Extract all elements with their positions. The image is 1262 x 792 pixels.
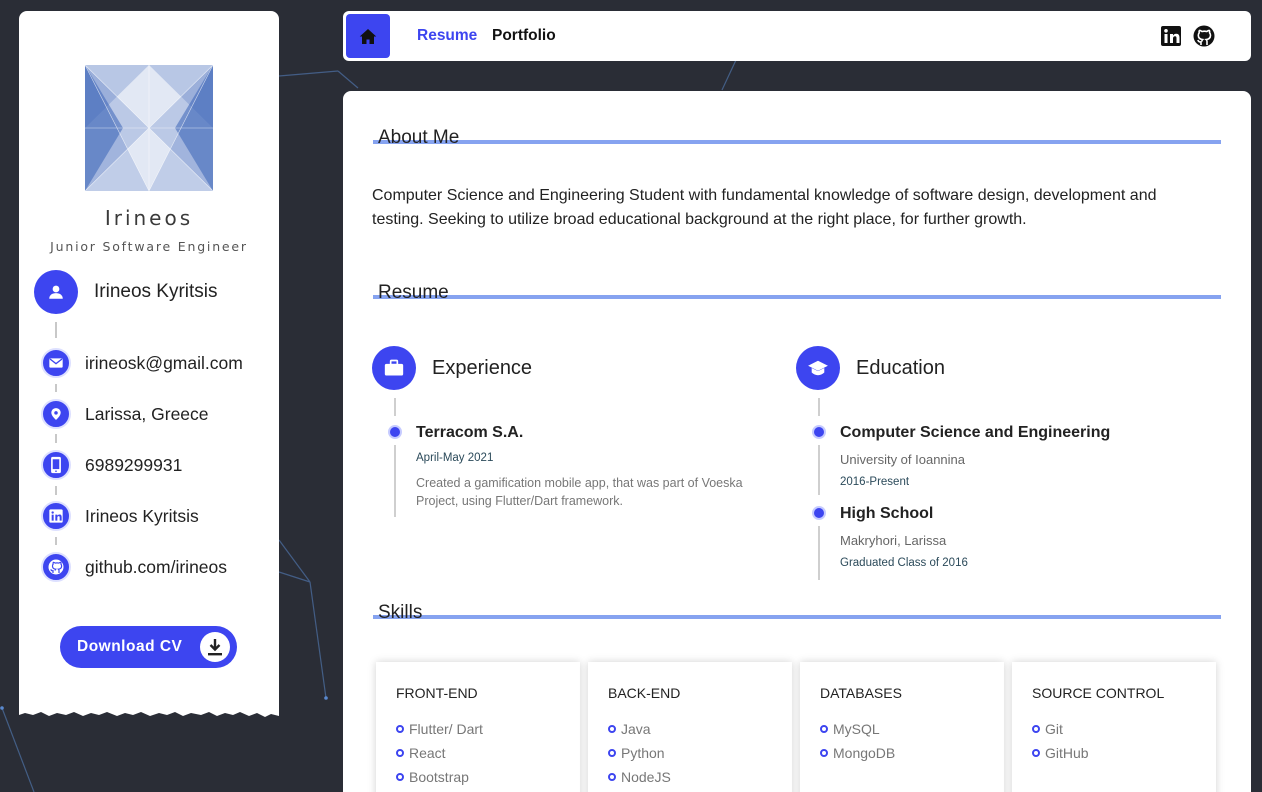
bullet-icon: [396, 749, 404, 757]
contact-github[interactable]: github.com/irineos: [41, 552, 227, 582]
location-text: Larissa, Greece: [85, 403, 209, 424]
timeline-connector: [818, 445, 820, 495]
timeline-dot: [812, 506, 826, 520]
section-divider: [373, 295, 1221, 299]
section-divider: [373, 140, 1221, 144]
timeline-connector: [818, 526, 820, 580]
skill-card-databases: DATABASES MySQL MongoDB: [800, 662, 1004, 792]
download-cv-label: Download CV: [77, 638, 183, 655]
experience-item-title: Terracom S.A.: [416, 424, 524, 441]
timeline-dot: [388, 425, 402, 439]
github-icon: [41, 552, 71, 582]
section-divider: [373, 615, 1221, 619]
timeline-connector: [55, 537, 57, 545]
nav-portfolio-link[interactable]: Portfolio: [492, 27, 556, 45]
bullet-icon: [608, 773, 616, 781]
education-item-date: 2016-Present: [840, 476, 910, 488]
education-item-date: Graduated Class of 2016: [840, 557, 968, 569]
brand-subtitle: Junior Software Engineer: [50, 239, 248, 254]
timeline-connector: [55, 322, 57, 338]
skill-category: FRONT-END: [396, 685, 478, 701]
education-item-institution: University of Ioannina: [840, 452, 966, 467]
skill-item: Java: [608, 717, 671, 741]
profile-sidebar: Irineos Junior Software Engineer Irineos…: [19, 11, 279, 711]
profile-name: Irineos Kyritsis: [94, 281, 218, 302]
location-icon: [41, 399, 71, 429]
about-title: About Me: [378, 127, 460, 148]
graduation-cap-icon: [796, 346, 840, 390]
skill-category: BACK-END: [608, 685, 681, 701]
education-title: Education: [856, 356, 945, 379]
phone-icon: [41, 450, 71, 480]
email-icon: [41, 348, 71, 378]
linkedin-icon: [41, 501, 71, 531]
bullet-icon: [1032, 725, 1040, 733]
skill-item: React: [396, 741, 483, 765]
contact-phone[interactable]: 6989299931: [41, 450, 182, 480]
skill-card-source-control: SOURCE CONTROL Git GitHub: [1012, 662, 1216, 792]
skill-item: NodeJS: [608, 765, 671, 789]
linkedin-text: Irineos Kyritsis: [85, 505, 199, 526]
skill-category: SOURCE CONTROL: [1032, 685, 1165, 701]
timeline-connector: [55, 384, 57, 392]
person-icon: [34, 270, 78, 314]
skill-card-backend: BACK-END Java Python NodeJS: [588, 662, 792, 792]
skill-card-frontend: FRONT-END Flutter/ Dart React Bootstrap: [376, 662, 580, 792]
bullet-icon: [1032, 749, 1040, 757]
brand-name: Irineos: [104, 206, 194, 230]
home-icon: [359, 28, 377, 44]
phone-text: 6989299931: [85, 454, 183, 475]
timeline-connector: [818, 398, 820, 416]
resume-title: Resume: [378, 282, 449, 303]
skill-category: DATABASES: [820, 685, 902, 701]
contact-email[interactable]: irineosk@gmail.com: [41, 348, 243, 378]
timeline-connector: [55, 434, 57, 443]
education-item-title: Computer Science and Engineering: [840, 424, 1111, 441]
linkedin-icon[interactable]: [1159, 24, 1183, 48]
github-text: github.com/irineos: [85, 556, 228, 577]
bullet-icon: [820, 749, 828, 757]
skill-item: MySQL: [820, 717, 895, 741]
download-icon: [200, 632, 230, 662]
download-cv-button[interactable]: Download CV: [60, 626, 237, 668]
timeline-dot: [812, 425, 826, 439]
education-item-institution: Makryhori, Larissa: [840, 533, 947, 548]
about-text: Computer Science and Engineering Student…: [372, 187, 1157, 228]
experience-item-date: April-May 2021: [416, 452, 494, 464]
skill-item: MongoDB: [820, 741, 895, 765]
skill-item: Git: [1032, 717, 1089, 741]
timeline-connector: [394, 398, 396, 416]
experience-title: Experience: [432, 356, 533, 379]
timeline-connector: [394, 445, 396, 517]
contact-location: Larissa, Greece: [41, 399, 209, 429]
skill-item: Python: [608, 741, 671, 765]
home-button[interactable]: [346, 14, 390, 58]
skill-item: Bootstrap: [396, 765, 483, 789]
top-nav: Resume Portfolio: [343, 11, 1251, 61]
briefcase-icon: [372, 346, 416, 390]
skills-title: Skills: [378, 602, 423, 623]
email-text: irineosk@gmail.com: [85, 352, 243, 373]
education-header: Education: [796, 346, 945, 390]
contact-linkedin[interactable]: Irineos Kyritsis: [41, 501, 199, 531]
bullet-icon: [608, 749, 616, 757]
main-content: About Me Computer Science and Engineerin…: [343, 91, 1251, 792]
experience-item-description: Created a gamification mobile app, that …: [416, 476, 743, 508]
timeline-connector: [55, 486, 57, 495]
skill-item: GitHub: [1032, 741, 1089, 765]
bullet-icon: [820, 725, 828, 733]
bullet-icon: [396, 773, 404, 781]
github-icon[interactable]: [1192, 24, 1216, 48]
education-item-title: High School: [840, 505, 934, 522]
torn-paper-edge: [19, 704, 279, 717]
bullet-icon: [396, 725, 404, 733]
experience-header: Experience: [372, 346, 532, 390]
brand-logo: [83, 63, 215, 193]
bullet-icon: [608, 725, 616, 733]
nav-resume-link[interactable]: Resume: [417, 27, 477, 45]
skill-item: Flutter/ Dart: [396, 717, 483, 741]
